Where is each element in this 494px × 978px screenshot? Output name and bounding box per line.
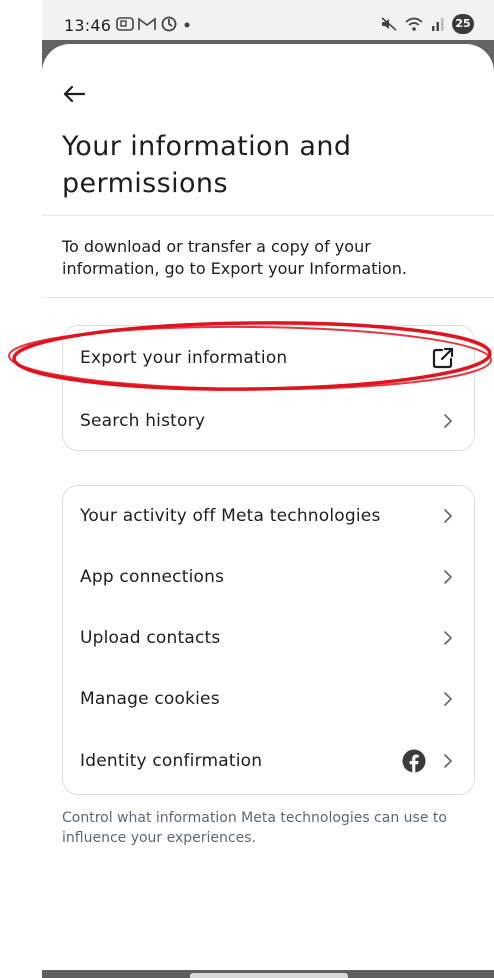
list-item-activity-off-meta[interactable]: Your activity off Meta technologies	[63, 486, 474, 546]
list-item-identity-confirmation[interactable]: Identity confirmation	[63, 731, 474, 791]
dot-icon	[184, 22, 190, 28]
facebook-icon	[402, 749, 426, 773]
wifi-icon	[405, 17, 423, 31]
mute-icon	[381, 17, 397, 31]
chevron-right-icon	[444, 631, 452, 645]
arrow-left-icon[interactable]	[62, 84, 86, 104]
status-bar: 13:46 25	[42, 0, 494, 40]
list-item-manage-cookies[interactable]: Manage cookies	[63, 669, 474, 729]
row-label: Your activity off Meta technologies	[80, 506, 381, 526]
chevron-right-icon	[444, 414, 452, 428]
row-label: Search history	[80, 411, 206, 431]
home-gesture-handle[interactable]	[190, 973, 348, 978]
chevron-right-icon	[444, 509, 452, 523]
status-icons-right: 25	[380, 13, 474, 35]
description-text: To download or transfer a copy of your i…	[62, 237, 407, 278]
status-icons-left	[116, 14, 192, 34]
list-item-export-your-information[interactable]: Export your information	[63, 328, 474, 388]
list-item-search-history[interactable]: Search history	[63, 391, 474, 451]
gmail-icon	[138, 17, 156, 30]
row-label: App connections	[80, 567, 225, 587]
row-label: Export your information	[80, 348, 288, 368]
page-title: Your information and permissions	[62, 131, 352, 199]
chevron-right-icon	[444, 754, 452, 768]
row-label: Identity confirmation	[80, 751, 263, 771]
external-link-icon	[432, 347, 454, 369]
screenshot-icon	[116, 17, 134, 31]
status-time: 13:46	[64, 16, 112, 35]
chevron-right-icon	[444, 692, 452, 706]
list-item-app-connections[interactable]: App connections	[63, 547, 474, 607]
divider	[42, 215, 494, 216]
settings-card-export: Export your information Search history	[62, 325, 475, 451]
sync-icon	[161, 16, 177, 32]
row-label: Manage cookies	[80, 689, 220, 709]
list-item-upload-contacts[interactable]: Upload contacts	[63, 608, 474, 668]
row-label: Upload contacts	[80, 628, 221, 648]
battery-indicator: 25	[452, 14, 474, 34]
footer-description: Control what information Meta technologi…	[62, 810, 447, 846]
settings-card-activity: Your activity off Meta technologies App …	[62, 485, 475, 795]
signal-icon	[432, 18, 444, 31]
chevron-right-icon	[444, 570, 452, 584]
divider	[42, 297, 494, 298]
